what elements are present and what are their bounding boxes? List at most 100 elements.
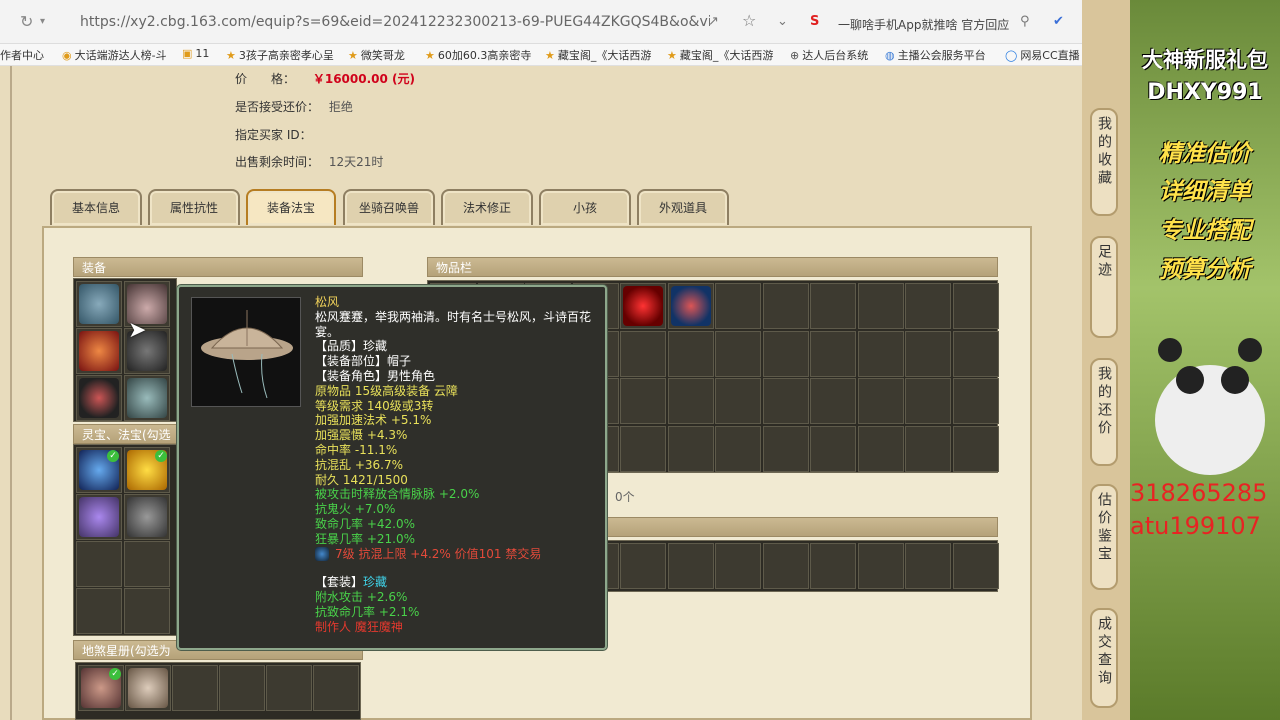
empty-slot[interactable] [124,588,170,634]
inventory-slot[interactable] [810,543,856,589]
sidebar-footprint[interactable]: 足迹 [1090,236,1118,338]
equip-slot[interactable] [124,375,170,421]
equipment-item[interactable] [79,284,119,324]
fabao-item[interactable] [79,497,119,537]
inventory-slot[interactable] [857,283,904,329]
empty-slot[interactable] [266,665,312,711]
inventory-slot[interactable] [667,425,714,472]
empty-slot[interactable] [124,541,170,587]
star-slot[interactable]: ✓ [78,665,124,711]
equip-slot[interactable] [76,375,122,421]
tab-spell-mod[interactable]: 法术修正 [441,189,533,225]
inventory-slot[interactable] [905,330,951,377]
inventory-slot[interactable] [715,283,761,329]
inventory-slot[interactable] [620,378,666,424]
search-engine-icon[interactable]: S [810,14,819,29]
sidebar-favorites[interactable]: 我的收藏 [1090,108,1118,216]
tab-child[interactable]: 小孩 [539,189,631,225]
sidebar-my-bargain[interactable]: 我的还价 [1090,358,1118,466]
inventory-slot[interactable] [715,425,761,472]
bookmark[interactable]: ⊕ 达人后台系统 [790,47,868,63]
inventory-slot[interactable] [952,543,999,589]
tab-equipment[interactable]: 装备法宝 [246,189,336,225]
weapon-item[interactable] [79,331,119,371]
inventory-slot[interactable] [905,378,951,424]
tab-mounts[interactable]: 坐骑召唤兽 [343,189,435,225]
bookmark[interactable]: ★ 60加60.3高亲密寺 [425,47,531,63]
empty-slot[interactable] [172,665,218,711]
tab-basic-info[interactable]: 基本信息 [50,189,142,225]
lingbao-slot[interactable] [76,494,122,540]
inventory-slot[interactable] [762,330,809,377]
inventory-slot[interactable] [762,378,809,424]
inventory-slot[interactable] [905,543,951,589]
inventory-slot[interactable] [952,330,999,377]
inventory-slot[interactable] [810,425,856,472]
inventory-slot[interactable] [667,543,714,589]
inventory-slot[interactable] [905,425,951,472]
inventory-slot[interactable] [620,543,666,589]
tab-attributes[interactable]: 属性抗性 [148,189,240,225]
share-icon[interactable]: ↗ [708,14,719,29]
inventory-slot[interactable] [620,283,666,329]
empty-slot[interactable] [76,541,122,587]
inventory-slot[interactable] [952,378,999,424]
inventory-slot[interactable] [762,543,809,589]
inventory-slot[interactable] [810,283,856,329]
inventory-slot[interactable] [857,425,904,472]
star-icon[interactable]: ☆ [742,11,756,30]
bookmark[interactable]: 作者中心 [0,47,44,63]
lingbao-slot[interactable]: ✓ [76,447,122,493]
lingbao-slot[interactable] [124,494,170,540]
inventory-slot[interactable] [667,378,714,424]
chevron-down-icon[interactable]: ▾ [40,16,45,27]
inventory-slot[interactable] [620,425,666,472]
inventory-slot[interactable] [952,283,999,329]
news-ticker[interactable]: 一聊啥手机App就推啥 官方回应 [838,16,1009,33]
reload-icon[interactable]: ↻ [20,12,33,31]
inventory-slot[interactable] [905,283,951,329]
star-slot[interactable] [125,665,171,711]
bookmark[interactable]: ★ 微笑哥龙 [348,47,405,63]
inventory-slot[interactable] [810,378,856,424]
sidebar-transactions[interactable]: 成交查询 [1090,608,1118,708]
equip-slot[interactable] [76,328,122,374]
empty-slot[interactable] [219,665,265,711]
inventory-slot[interactable] [715,378,761,424]
empty-slot[interactable] [76,588,122,634]
extension-icon[interactable]: ✔ [1053,14,1064,29]
chevron-down-icon[interactable]: ⌄ [777,14,788,29]
bookmark[interactable]: ★ 藏宝阁_《大话西游 [667,47,773,63]
bookmark[interactable]: ◍ 主播公会服务平台 [885,47,986,63]
empty-slot[interactable] [313,665,359,711]
lingbao-slot[interactable]: ✓ [124,447,170,493]
boots-item[interactable] [127,378,167,418]
search-icon[interactable]: ⚲ [1020,14,1030,29]
bookmark[interactable]: ◉ 大话端游达人榜-斗 [62,47,167,63]
inventory-item[interactable] [623,286,663,326]
attribute-line: 等级需求 140级或3转 [315,398,434,413]
inventory-slot[interactable] [715,543,761,589]
inventory-slot[interactable] [857,378,904,424]
inventory-slot[interactable] [762,283,809,329]
tab-appearance[interactable]: 外观道具 [637,189,729,225]
star-item[interactable] [128,668,168,708]
inventory-slot[interactable] [952,425,999,472]
inventory-slot[interactable] [857,543,904,589]
inventory-slot[interactable] [857,330,904,377]
inventory-slot[interactable] [667,283,714,329]
sidebar-appraisal[interactable]: 估价鉴宝 [1090,484,1118,590]
inventory-slot[interactable] [810,330,856,377]
inventory-slot[interactable] [620,330,666,377]
inventory-slot[interactable] [762,425,809,472]
necklace-item[interactable] [79,378,119,418]
inventory-item[interactable] [670,286,711,326]
bookmark[interactable]: ★ 3孩子高亲密孝心呈 [226,47,334,63]
fabao-item[interactable] [127,497,167,537]
address-bar[interactable]: https://xy2.cbg.163.com/equip?s=69&eid=2… [60,9,710,35]
inventory-slot[interactable] [715,330,761,377]
bookmark[interactable]: ▣ 11 [182,47,209,60]
inventory-slot[interactable] [667,330,714,377]
bookmark[interactable]: ★ 藏宝阁_《大话西游 [545,47,651,63]
equip-slot[interactable] [76,281,122,327]
